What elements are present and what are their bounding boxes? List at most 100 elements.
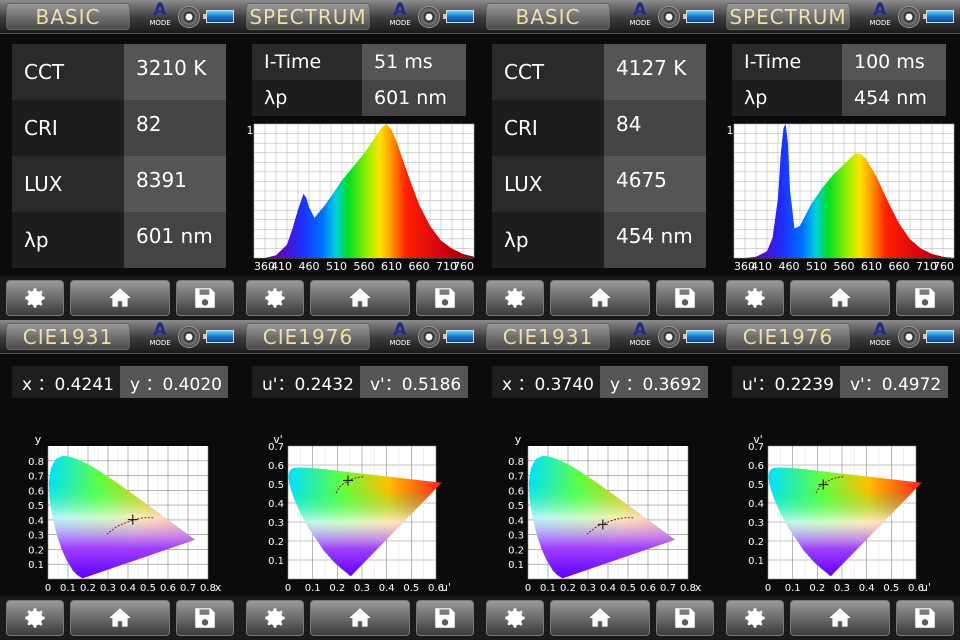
save-button[interactable] [656,600,714,636]
cct-value: 3210 K [124,44,226,100]
y-tick-label: 0.3 [508,531,524,542]
basic-panel-2: BASIC A MODE CCT 4127 K CRI 84 LUX 4675 λ… [480,0,720,320]
x-tick-label: 610 [861,260,882,273]
floppy-disk-icon [915,608,935,628]
settings-button[interactable] [246,600,304,636]
home-button[interactable] [70,600,170,636]
settings-button[interactable] [486,280,544,316]
y-tick-label: 0.3 [28,531,44,542]
x-tick-label: 760 [933,260,954,273]
home-button[interactable] [550,600,650,636]
save-button[interactable] [896,280,954,316]
x-tick-label: 410 [751,260,772,273]
home-icon [829,288,851,307]
cie1931-panel-1: CIE1931 A MODE x ：0.4241 y ：0.4020 0 0.1 0.… [0,320,240,640]
x-tick-label: 0.8 [200,583,216,594]
y-tick-label: 0.8 [28,457,44,468]
panel-title[interactable]: BASIC [486,3,610,30]
battery-icon [203,10,234,23]
home-button[interactable] [790,600,890,636]
x-tick-label: 0.7 [660,583,676,594]
x-tick-label: 660 [409,260,430,273]
x-tick-label: 0.1 [540,583,556,594]
save-button[interactable] [176,280,234,316]
x-tick-label: 560 [354,260,375,273]
y-axis-label: y [515,433,522,446]
footer-bar [480,276,720,320]
y-tick-label: 0.2 [268,537,284,548]
settings-button[interactable] [726,600,784,636]
settings-button[interactable] [726,280,784,316]
floppy-disk-icon [435,608,455,628]
cri-label: CRI [492,100,604,156]
home-button[interactable] [790,280,890,316]
home-button[interactable] [550,280,650,316]
save-button[interactable] [656,280,714,316]
home-button[interactable] [310,280,410,316]
y-tick-label: 0.6 [748,461,764,472]
lp-label: λp [492,212,604,268]
home-icon [109,288,131,307]
x-tick-label: 0.4 [859,583,875,594]
home-button[interactable] [70,280,170,316]
camera-icon[interactable] [178,6,200,28]
lp-value: 454 nm [604,212,706,268]
y-tick-label: 0.4 [28,516,44,527]
panel-title[interactable]: BASIC [6,3,130,30]
save-button[interactable] [896,600,954,636]
spectrum-panel-1: SPECTRUM A MODE I-Time 51 ms λp 601 nm 13… [240,0,480,320]
y-tick-label: 0.7 [508,472,524,483]
cie1976-panel-1: CIE1976 A MODE u'：0.2432 v'：0.5186 0 0.1 0.… [240,320,480,640]
x-tick-label: 510 [326,260,347,273]
y-tick-label: 0.4 [748,499,764,510]
mode-button[interactable]: A MODE [147,2,173,32]
settings-button[interactable] [246,280,304,316]
header-bar: BASIC A MODE [0,0,240,34]
save-button[interactable] [176,600,234,636]
cct-label: CCT [12,44,124,100]
gear-icon [505,288,525,308]
x-tick-label: 0.3 [580,583,596,594]
settings-button[interactable] [486,600,544,636]
lux-label: LUX [12,156,124,212]
footer-bar [480,596,720,640]
cct-value: 4127 K [604,44,706,100]
home-button[interactable] [310,600,410,636]
x-tick-label: 0.2 [809,583,825,594]
y-tick-label: 0.5 [28,501,44,512]
y-max-label: 1 [727,124,734,137]
save-button[interactable] [416,600,474,636]
lux-label: LUX [492,156,604,212]
save-button[interactable] [416,280,474,316]
x-tick-label: 460 [779,260,800,273]
x-tick-label: 0.5 [883,583,899,594]
settings-button[interactable] [6,600,64,636]
x-tick-label: 610 [381,260,402,273]
x-tick-label: 0.1 [305,583,321,594]
settings-button[interactable] [6,280,64,316]
spectrum-panel-2: SPECTRUM A MODE I-Time 100 ms λp 454 nm 1… [720,0,960,320]
camera-icon[interactable] [658,6,680,28]
y-tick-label: 0.7 [28,472,44,483]
footer-bar [240,276,480,320]
x-tick-label: 0.4 [120,583,136,594]
home-icon [589,608,611,627]
footer-bar [0,596,240,640]
y-tick-label: 0.2 [28,545,44,556]
footer-bar [240,596,480,640]
home-icon [349,608,371,627]
spectrum-chart: 1360410 460 510 560 610 660 710760 [247,123,475,273]
floppy-disk-icon [195,288,215,308]
floppy-disk-icon [675,288,695,308]
x-axis-label: u' [921,581,931,594]
mode-button[interactable]: A MODE [627,2,653,32]
x-tick-label: 0.6 [640,583,656,594]
x-axis-label: x [215,581,222,594]
x-tick-label: 510 [806,260,827,273]
x-tick-label: 0 [765,583,771,594]
footer-bar [720,596,960,640]
cie1931-chart: 0 0.1 0.2 0.3 0.4 0.5 0.6 0.7 0.8 0.1 0.2 0.3 0.4 0.5… [508,433,702,594]
x-tick-label: 0.6 [160,583,176,594]
x-tick-label: 0.3 [834,583,850,594]
home-icon [349,288,371,307]
